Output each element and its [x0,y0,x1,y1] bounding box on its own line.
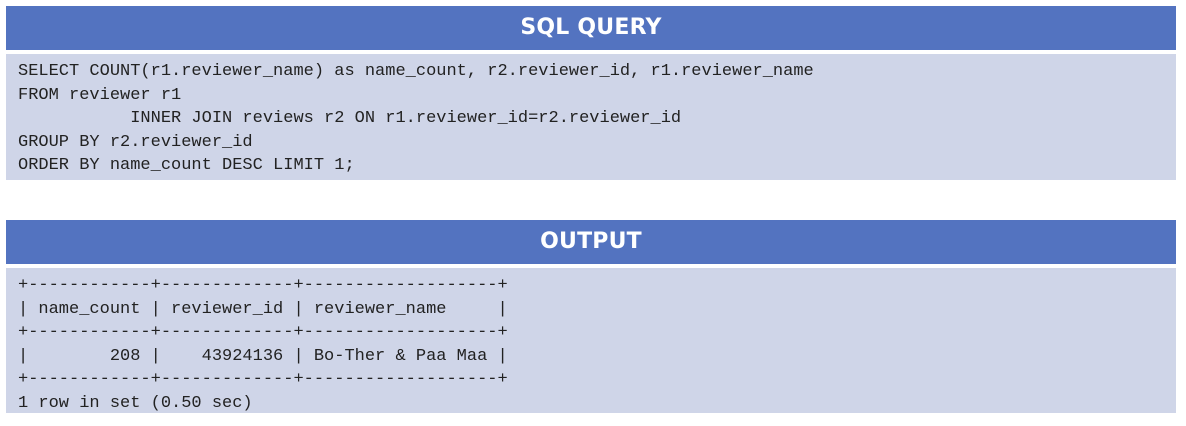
sql-query-header: SQL QUERY [6,6,1176,50]
sql-query-code-block: SELECT COUNT(r1.reviewer_name) as name_c… [6,54,1176,180]
sql-line-select: SELECT COUNT(r1.reviewer_name) as name_c… [18,62,814,81]
table-row: | 208 | 43924136 | Bo-Ther & Paa Maa | [18,346,508,366]
output-result-block: +------------+-------------+------------… [6,268,1176,413]
output-header: OUTPUT [6,220,1176,264]
result-summary: 1 row in set (0.50 sec) [18,393,253,413]
sql-query-panel: SQL QUERY SELECT COUNT(r1.reviewer_name)… [6,6,1176,180]
table-border-mid: +------------+-------------+------------… [18,323,508,342]
table-border-bottom: +------------+-------------+------------… [18,370,508,389]
table-border-top: +------------+-------------+------------… [18,276,508,295]
sql-line-from: FROM reviewer r1 [18,85,182,105]
sql-line-join: INNER JOIN reviews r2 ON r1.reviewer_id=… [18,109,682,128]
table-header-row: | name_count | reviewer_id | reviewer_na… [18,299,508,319]
sql-line-group-by: GROUP BY r2.reviewer_id [18,132,253,152]
output-panel: OUTPUT +------------+-------------+-----… [6,220,1176,413]
sql-line-order-by: ORDER BY name_count DESC LIMIT 1; [18,156,355,175]
